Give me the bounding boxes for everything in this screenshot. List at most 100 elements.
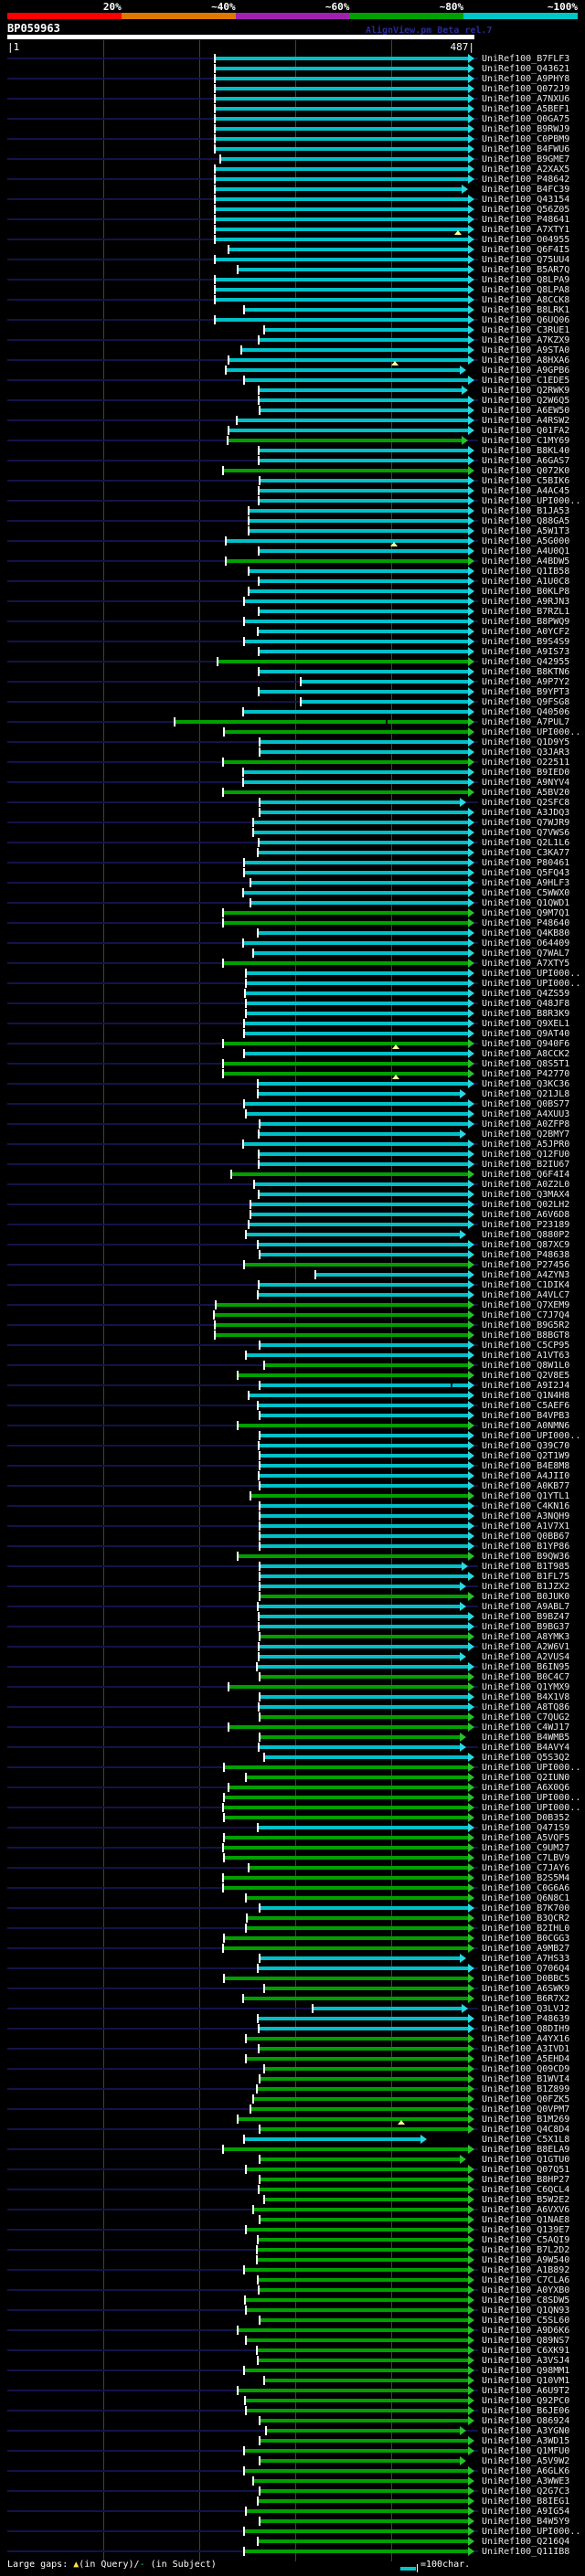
hit-label[interactable]: UniRef100_Q43154	[482, 195, 569, 205]
hit-label[interactable]: UniRef100_B9RWJ9	[482, 124, 569, 134]
hit-label[interactable]: UniRef100_A3VSJ4	[482, 2356, 569, 2366]
hit-label[interactable]: UniRef100_B1JA53	[482, 506, 569, 516]
hit-label[interactable]: UniRef100_O64409	[482, 938, 569, 949]
hit-label[interactable]: UniRef100_Q6N8C1	[482, 1893, 569, 1903]
hit-label[interactable]: UniRef100_C7J7Q4	[482, 1310, 569, 1320]
hit-label[interactable]: UniRef100_A9STA0	[482, 345, 569, 355]
hit-label[interactable]: UniRef100_C6QCL4	[482, 2185, 569, 2195]
hit-label[interactable]: UniRef100_A5VQF5	[482, 1833, 569, 1843]
hit-label[interactable]: UniRef100_P27456	[482, 1260, 569, 1270]
hit-label[interactable]: UniRef100_A3WWE3	[482, 2476, 569, 2486]
hit-label[interactable]: UniRef100_A7KZX9	[482, 335, 569, 345]
hit-label[interactable]: UniRef100_A9IG54	[482, 2507, 569, 2517]
hit-label[interactable]: UniRef100_Q7WAL7	[482, 949, 569, 959]
hit-label[interactable]: UniRef100_Q8S5T1	[482, 1059, 569, 1069]
hit-label[interactable]: UniRef100_Q139E7	[482, 2225, 569, 2235]
hit-label[interactable]: UniRef100_B1FL75	[482, 1572, 569, 1582]
hit-label[interactable]: UniRef100_Q92PC0	[482, 2396, 569, 2406]
hit-label[interactable]: UniRef100_B7K700	[482, 1903, 569, 1913]
hit-label[interactable]: UniRef100_P23189	[482, 1220, 569, 1230]
hit-label[interactable]: UniRef100_A1V7X1	[482, 1521, 569, 1532]
hit-label[interactable]: UniRef100_B1JZX2	[482, 1582, 569, 1592]
hit-label[interactable]: UniRef100_Q880P2	[482, 1230, 569, 1240]
hit-label[interactable]: UniRef100_A4VLC7	[482, 1290, 569, 1300]
hit-label[interactable]: UniRef100_B0CGG3	[482, 1934, 569, 1944]
hit-label[interactable]: UniRef100_Q1N4H8	[482, 1391, 569, 1401]
hit-label[interactable]: UniRef100_A5V9W2	[482, 2456, 569, 2466]
hit-label[interactable]: UniRef100_P48641	[482, 215, 569, 225]
hit-label[interactable]: UniRef100_A5EHD4	[482, 2054, 569, 2064]
hit-label[interactable]: UniRef100_Q4C8D4	[482, 2125, 569, 2135]
hit-label[interactable]: UniRef100_A9ABL7	[482, 1602, 569, 1612]
hit-label[interactable]: UniRef100_Q6F4I5	[482, 245, 569, 255]
hit-label[interactable]: UniRef100_Q2BMY7	[482, 1129, 569, 1140]
hit-label[interactable]: UniRef100_A9NYV4	[482, 778, 569, 788]
hit-label[interactable]: UniRef100_B1Z899	[482, 2084, 569, 2094]
hit-label[interactable]: UniRef100_Q6F4I4	[482, 1170, 569, 1180]
hit-label[interactable]: UniRef100_C8SDW5	[482, 2295, 569, 2306]
hit-label[interactable]: UniRef100_A9IS73	[482, 647, 569, 657]
hit-label[interactable]: UniRef100_A0KB77	[482, 1481, 569, 1491]
hit-label[interactable]: UniRef100_B4W5Y9	[482, 2517, 569, 2527]
hit-label[interactable]: UniRef100_D0BBC5	[482, 1974, 569, 1984]
hit-label[interactable]: UniRef100_C1EDE5	[482, 376, 569, 386]
hit-label[interactable]: UniRef100_A7XTY1	[482, 225, 569, 235]
hit-label[interactable]: UniRef100_A8CCK8	[482, 295, 569, 305]
hit-label[interactable]: UniRef100_Q8LPA9	[482, 275, 569, 285]
hit-label[interactable]: UniRef100_C7JAY6	[482, 1863, 569, 1873]
hit-label[interactable]: UniRef100_A4AC45	[482, 486, 569, 496]
hit-label[interactable]: UniRef100_A6VXV6	[482, 2205, 569, 2215]
hit-label[interactable]: UniRef100_P48639	[482, 2014, 569, 2024]
hit-label[interactable]: UniRef100_B7L2D2	[482, 2245, 569, 2255]
hit-label[interactable]: UniRef100_B2S5M4	[482, 1873, 569, 1883]
hit-label[interactable]: UniRef100_A4BDW5	[482, 557, 569, 567]
hit-label[interactable]: UniRef100_UPI000..	[482, 969, 580, 979]
hit-label[interactable]: UniRef100_B9G5R2	[482, 1320, 569, 1330]
hit-label[interactable]: UniRef100_C5SL60	[482, 2316, 569, 2326]
hit-label[interactable]: UniRef100_A8HXA6	[482, 355, 569, 366]
hit-label[interactable]: UniRef100_A5JPR0	[482, 1140, 569, 1150]
hit-label[interactable]: UniRef100_B6JE06	[482, 2406, 569, 2416]
hit-label[interactable]: UniRef100_B7FLF3	[482, 54, 569, 64]
hit-label[interactable]: UniRef100_Q7VWS6	[482, 828, 569, 838]
hit-label[interactable]: UniRef100_Q940F6	[482, 1039, 569, 1049]
hit-label[interactable]: UniRef100_A9P7Y2	[482, 677, 569, 687]
hit-label[interactable]: UniRef100_C5CP95	[482, 1341, 569, 1351]
hit-label[interactable]: UniRef100_B4E8M8	[482, 1461, 569, 1471]
hit-label[interactable]: UniRef100_A4XUU3	[482, 1109, 569, 1119]
hit-label[interactable]: UniRef100_Q75UU4	[482, 255, 569, 265]
hit-label[interactable]: UniRef100_A8TQ86	[482, 1702, 569, 1712]
hit-label[interactable]: UniRef100_B0KLP8	[482, 587, 569, 597]
hit-label[interactable]: UniRef100_UPI000..	[482, 1431, 580, 1441]
hit-label[interactable]: UniRef100_Q8LPA8	[482, 285, 569, 295]
hit-label[interactable]: UniRef100_A5BV20	[482, 788, 569, 798]
hit-label[interactable]: UniRef100_A9GPB6	[482, 366, 569, 376]
hit-label[interactable]: UniRef100_A0Z2L0	[482, 1180, 569, 1190]
hit-label[interactable]: UniRef100_D0B352	[482, 1813, 569, 1823]
hit-label[interactable]: UniRef100_Q48JF8	[482, 999, 569, 1009]
hit-label[interactable]: UniRef100_C5AQI9	[482, 2235, 569, 2245]
hit-label[interactable]: UniRef100_B3QCR2	[482, 1913, 569, 1924]
hit-label[interactable]: UniRef100_Q39C70	[482, 1441, 569, 1451]
hit-label[interactable]: UniRef100_C3RUE1	[482, 325, 569, 335]
hit-label[interactable]: UniRef100_B1M269	[482, 2115, 569, 2125]
hit-label[interactable]: UniRef100_P80461	[482, 858, 569, 868]
hit-label[interactable]: UniRef100_B9YPT3	[482, 687, 569, 697]
hit-label[interactable]: UniRef100_Q2RWK9	[482, 386, 569, 396]
hit-label[interactable]: UniRef100_C1MY69	[482, 436, 569, 446]
hit-label[interactable]: UniRef100_B8IEG1	[482, 2496, 569, 2507]
hit-label[interactable]: UniRef100_A2W6V1	[482, 1642, 569, 1652]
hit-label[interactable]: UniRef100_Q88GA5	[482, 516, 569, 526]
hit-label[interactable]: UniRef100_C7LBV9	[482, 1853, 569, 1863]
hit-label[interactable]: UniRef100_Q216Q4	[482, 2537, 569, 2547]
hit-label[interactable]: UniRef100_C3KA77	[482, 848, 569, 858]
hit-label[interactable]: UniRef100_Q40506	[482, 707, 569, 717]
hit-label[interactable]: UniRef100_Q1QWD1	[482, 898, 569, 908]
hit-label[interactable]: UniRef100_B4X1V8	[482, 1692, 569, 1702]
hit-label[interactable]: UniRef100_A6V6D8	[482, 1210, 569, 1220]
hit-label[interactable]: UniRef100_Q2V8E5	[482, 1371, 569, 1381]
hit-label[interactable]: UniRef100_Q8DIH9	[482, 2024, 569, 2034]
hit-label[interactable]: UniRef100_C4WJ17	[482, 1723, 569, 1733]
hit-label[interactable]: UniRef100_Q3KC36	[482, 1079, 569, 1089]
hit-label[interactable]: UniRef100_B2IU67	[482, 1160, 569, 1170]
